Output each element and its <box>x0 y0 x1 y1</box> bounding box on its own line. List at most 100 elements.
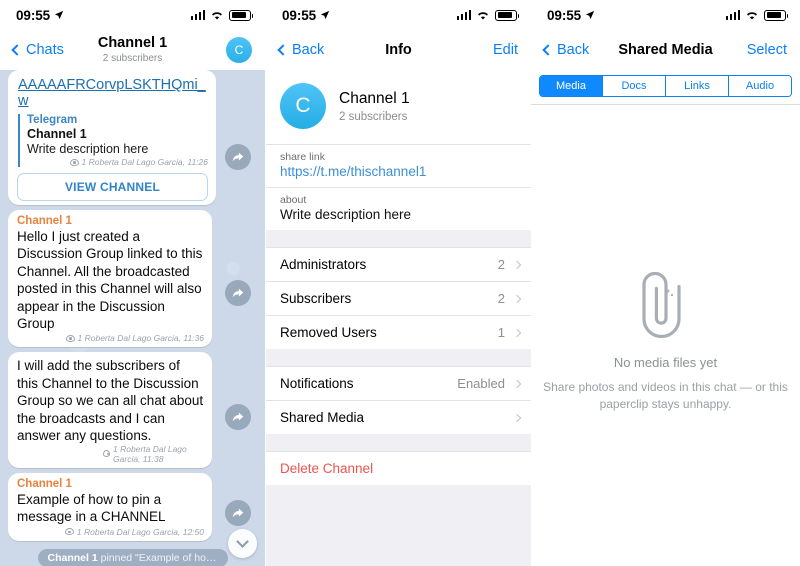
meta-text: 1 Roberta Dal Lago Garcia, 11:26 <box>81 157 208 167</box>
message-author: Channel 1 <box>17 215 72 227</box>
back-label: Chats <box>26 42 64 58</box>
status-bar: 09:55 <box>531 0 800 30</box>
status-indicators <box>456 9 519 21</box>
bubble[interactable]: I will add the subscribers of this Chann… <box>8 352 212 468</box>
profile-avatar[interactable]: C <box>280 83 326 129</box>
row-label: Notifications <box>280 376 354 391</box>
link-preview[interactable]: Telegram Channel 1 Write description her… <box>18 114 208 167</box>
row-shared-media[interactable]: Shared Media <box>266 400 531 434</box>
views-eye-icon <box>69 158 79 166</box>
chat-nav-bar: Chats Channel 1 2 subscribers C <box>0 30 265 70</box>
location-arrow-icon <box>54 10 64 20</box>
section-gap <box>266 230 531 247</box>
tab-links[interactable]: Links <box>666 76 729 96</box>
row-subscribers[interactable]: Subscribers 2 <box>266 281 531 315</box>
panel-shared-media: 09:55 Back Shared Media Select Media Doc… <box>531 0 800 566</box>
media-back-button[interactable]: Back <box>542 42 590 58</box>
about-field: about Write description here <box>266 187 531 230</box>
forward-button[interactable] <box>225 499 251 526</box>
bubble[interactable]: Channel 1 Example of how to pin a messag… <box>8 472 212 541</box>
row-label: Shared Media <box>280 410 365 425</box>
row-delete-channel[interactable]: Delete Channel <box>266 451 531 485</box>
info-back-button[interactable]: Back <box>277 42 325 58</box>
select-button[interactable]: Select <box>747 42 787 58</box>
forward-button[interactable] <box>225 404 251 431</box>
message-meta: 1 Roberta Dal Lago Garcia, 11:36 <box>17 333 204 343</box>
row-label: Delete Channel <box>280 461 374 476</box>
back-label: Back <box>557 42 590 58</box>
forward-button[interactable] <box>225 144 251 170</box>
tab-media[interactable]: Media <box>540 76 603 96</box>
media-title: Shared Media <box>618 41 713 58</box>
about-value: Write description here <box>280 207 412 222</box>
back-label: Back <box>292 42 325 58</box>
tab-docs[interactable]: Docs <box>603 76 666 96</box>
status-indicators <box>190 9 253 21</box>
chevron-down-icon <box>236 535 249 548</box>
chat-avatar[interactable]: C <box>226 37 252 63</box>
message-text-1: Channel 1 Hello I just created a Discuss… <box>0 210 265 352</box>
row-administrators[interactable]: Administrators 2 <box>266 247 531 281</box>
status-bar: 09:55 <box>266 0 531 30</box>
row-removed-users[interactable]: Removed Users 1 <box>266 315 531 349</box>
battery-icon <box>495 9 519 21</box>
view-channel-button[interactable]: VIEW CHANNEL <box>17 173 208 201</box>
row-value: 2 <box>497 291 505 306</box>
profile-header[interactable]: C Channel 1 2 subscribers <box>266 70 531 144</box>
row-value: 1 <box>497 325 505 340</box>
location-arrow-icon <box>320 10 330 20</box>
cellular-signal-icon <box>190 10 205 20</box>
info-content: C Channel 1 2 subscribers share link htt… <box>266 70 531 566</box>
row-value: Enabled <box>457 376 505 391</box>
meta-text: 1 Roberta Dal Lago Garcia, 11:36 <box>77 333 204 344</box>
status-indicators <box>725 9 788 21</box>
row-label: Subscribers <box>280 291 352 306</box>
panel-info: 09:55 Back Info Edit C Channel 1 2 subsc… <box>265 0 531 566</box>
message-text: Example of how to pin a message in a CHA… <box>17 491 166 525</box>
message-text-3: Channel 1 Example of how to pin a messag… <box>0 472 265 546</box>
row-notifications[interactable]: Notifications Enabled <box>266 366 531 400</box>
wifi-icon <box>212 11 222 20</box>
share-link-label: share link <box>280 151 325 163</box>
message-meta: 1 Roberta Dal Lago Garcia, 11:26 <box>27 157 208 167</box>
chat-title: Channel 1 <box>97 35 168 52</box>
message-text: Hello I just created a Discussion Group … <box>17 229 203 332</box>
danger-group: Delete Channel <box>266 451 531 485</box>
share-link-value[interactable]: https://t.me/thischannel1 <box>280 164 517 179</box>
info-nav-bar: Back Info Edit <box>266 30 531 70</box>
tab-audio[interactable]: Audio <box>729 76 791 96</box>
share-link-field[interactable]: share link https://t.me/thischannel1 <box>266 144 531 187</box>
shared-invite-link[interactable]: AAAAAFRCorvpLSKTHQmi_w <box>17 75 208 112</box>
battery-icon <box>229 9 253 21</box>
chevron-right-icon <box>512 413 522 422</box>
message-text: I will add the subscribers of this Chann… <box>17 358 204 444</box>
panel-chat: 09:55 Chats Channel 1 2 subscribers C AA… <box>0 0 265 566</box>
message-text-2: I will add the subscribers of this Chann… <box>0 352 265 473</box>
meta-text: 1 Roberta Dal Lago Garcia, 12:50 <box>76 526 204 537</box>
empty-subtitle: Share photos and videos in this chat — o… <box>543 380 788 412</box>
media-nav-bar: Back Shared Media Select <box>531 30 800 70</box>
chat-scroll-container[interactable]: AAAAAFRCorvpLSKTHQmi_w Telegram Channel … <box>0 70 265 566</box>
row-value: 2 <box>497 257 505 272</box>
battery-icon <box>764 9 788 21</box>
back-to-chats-button[interactable]: Chats <box>11 42 64 58</box>
bubble[interactable]: Channel 1 Hello I just created a Discuss… <box>8 210 212 348</box>
status-time-group: 09:55 <box>547 8 595 23</box>
scroll-to-bottom-button[interactable] <box>228 529 257 558</box>
forward-arrow-icon <box>232 152 244 162</box>
row-accessory: Enabled <box>457 376 522 391</box>
views-eye-icon <box>64 528 74 536</box>
chevron-left-icon <box>11 44 23 56</box>
status-time: 09:55 <box>282 7 317 23</box>
edit-button[interactable]: Edit <box>493 42 518 58</box>
row-label: Administrators <box>280 257 367 272</box>
status-time: 09:55 <box>16 7 51 23</box>
row-accessory: 2 <box>497 291 522 306</box>
location-arrow-icon <box>585 10 595 20</box>
forward-button[interactable] <box>225 280 251 306</box>
bubble[interactable]: AAAAAFRCorvpLSKTHQmi_w Telegram Channel … <box>8 70 216 205</box>
profile-name: Channel 1 <box>339 89 410 107</box>
three-panel-screenshot: 09:55 Chats Channel 1 2 subscribers C AA… <box>0 0 800 566</box>
chat-subtitle: 2 subscribers <box>102 52 163 64</box>
views-eye-icon <box>103 450 111 458</box>
